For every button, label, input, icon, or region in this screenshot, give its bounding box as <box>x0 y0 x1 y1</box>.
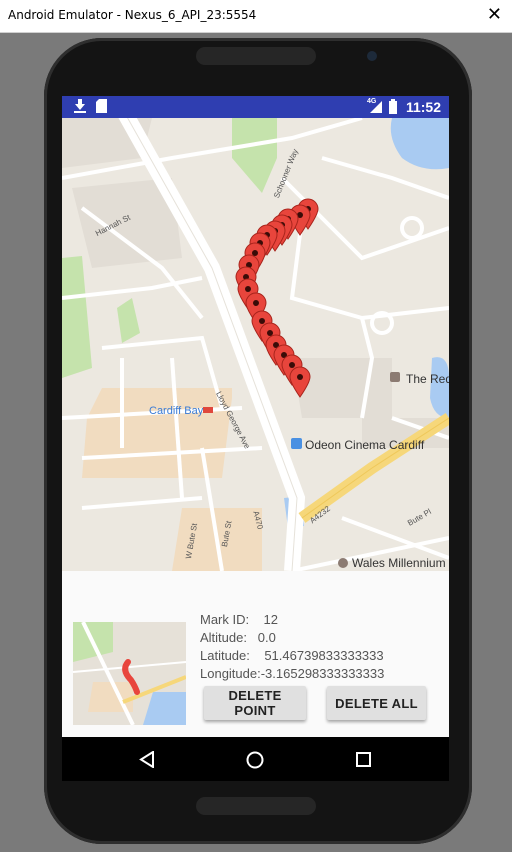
map-label-the-red: The Red <box>406 372 449 386</box>
sd-card-icon <box>96 99 107 113</box>
map-label-cardiff-bay: Cardiff Bay <box>149 405 204 417</box>
status-time: 11:52 <box>405 99 441 115</box>
longitude-text: Longitude:-3.165298333333333 <box>200 666 385 681</box>
bottom-speaker <box>196 797 316 815</box>
delete-point-button[interactable]: DELETE POINT <box>204 686 306 720</box>
top-speaker <box>196 47 316 65</box>
navigation-bar <box>62 737 449 781</box>
window-titlebar: Android Emulator - Nexus_6_API_23:5554 ✕ <box>0 0 512 33</box>
delete-all-button[interactable]: DELETE ALL <box>327 686 426 720</box>
recents-icon[interactable] <box>356 752 371 767</box>
map-label-wales-millennium: Wales Millennium <box>352 556 446 570</box>
signal-icon <box>370 101 382 113</box>
phone-screen: 4G 11:52 The Red Odeon Cinema Cardiff Ca… <box>62 96 449 737</box>
map-view[interactable]: The Red Odeon Cinema Cardiff Cardiff Bay… <box>62 118 449 571</box>
status-bar: 4G 11:52 <box>62 96 449 118</box>
back-icon[interactable] <box>139 751 155 768</box>
battery-icon <box>389 99 397 114</box>
map-thumbnail <box>73 622 186 725</box>
home-icon[interactable] <box>246 751 264 769</box>
window-title: Android Emulator - Nexus_6_API_23:5554 <box>8 8 257 22</box>
map-graphics <box>62 118 449 571</box>
google-logo: Google <box>67 570 127 571</box>
latitude-text: Latitude: 51.46739833333333 <box>200 648 384 663</box>
map-label-odeon: Odeon Cinema Cardiff <box>305 438 425 452</box>
download-icon <box>74 99 86 113</box>
altitude-text: Altitude: 0.0 <box>200 630 276 645</box>
front-camera <box>367 51 377 61</box>
map-marker[interactable] <box>289 366 311 398</box>
close-icon[interactable]: ✕ <box>487 4 502 26</box>
mark-id-text: Mark ID: 12 <box>200 612 279 627</box>
